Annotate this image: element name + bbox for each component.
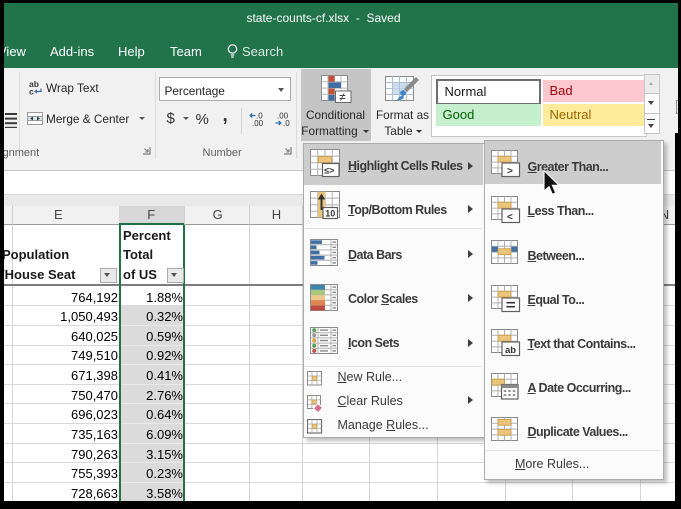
svg-text:c: c bbox=[29, 87, 34, 96]
svg-text:ab: ab bbox=[505, 345, 516, 356]
svg-text:>: > bbox=[507, 166, 513, 177]
svg-text:.0: .0 bbox=[283, 119, 290, 126]
svg-text:.00: .00 bbox=[252, 119, 264, 126]
svg-text:≤>: ≤> bbox=[324, 165, 334, 175]
svg-text:<: < bbox=[507, 212, 513, 223]
svg-text:10: 10 bbox=[325, 208, 335, 218]
svg-text:≠: ≠ bbox=[339, 90, 346, 104]
